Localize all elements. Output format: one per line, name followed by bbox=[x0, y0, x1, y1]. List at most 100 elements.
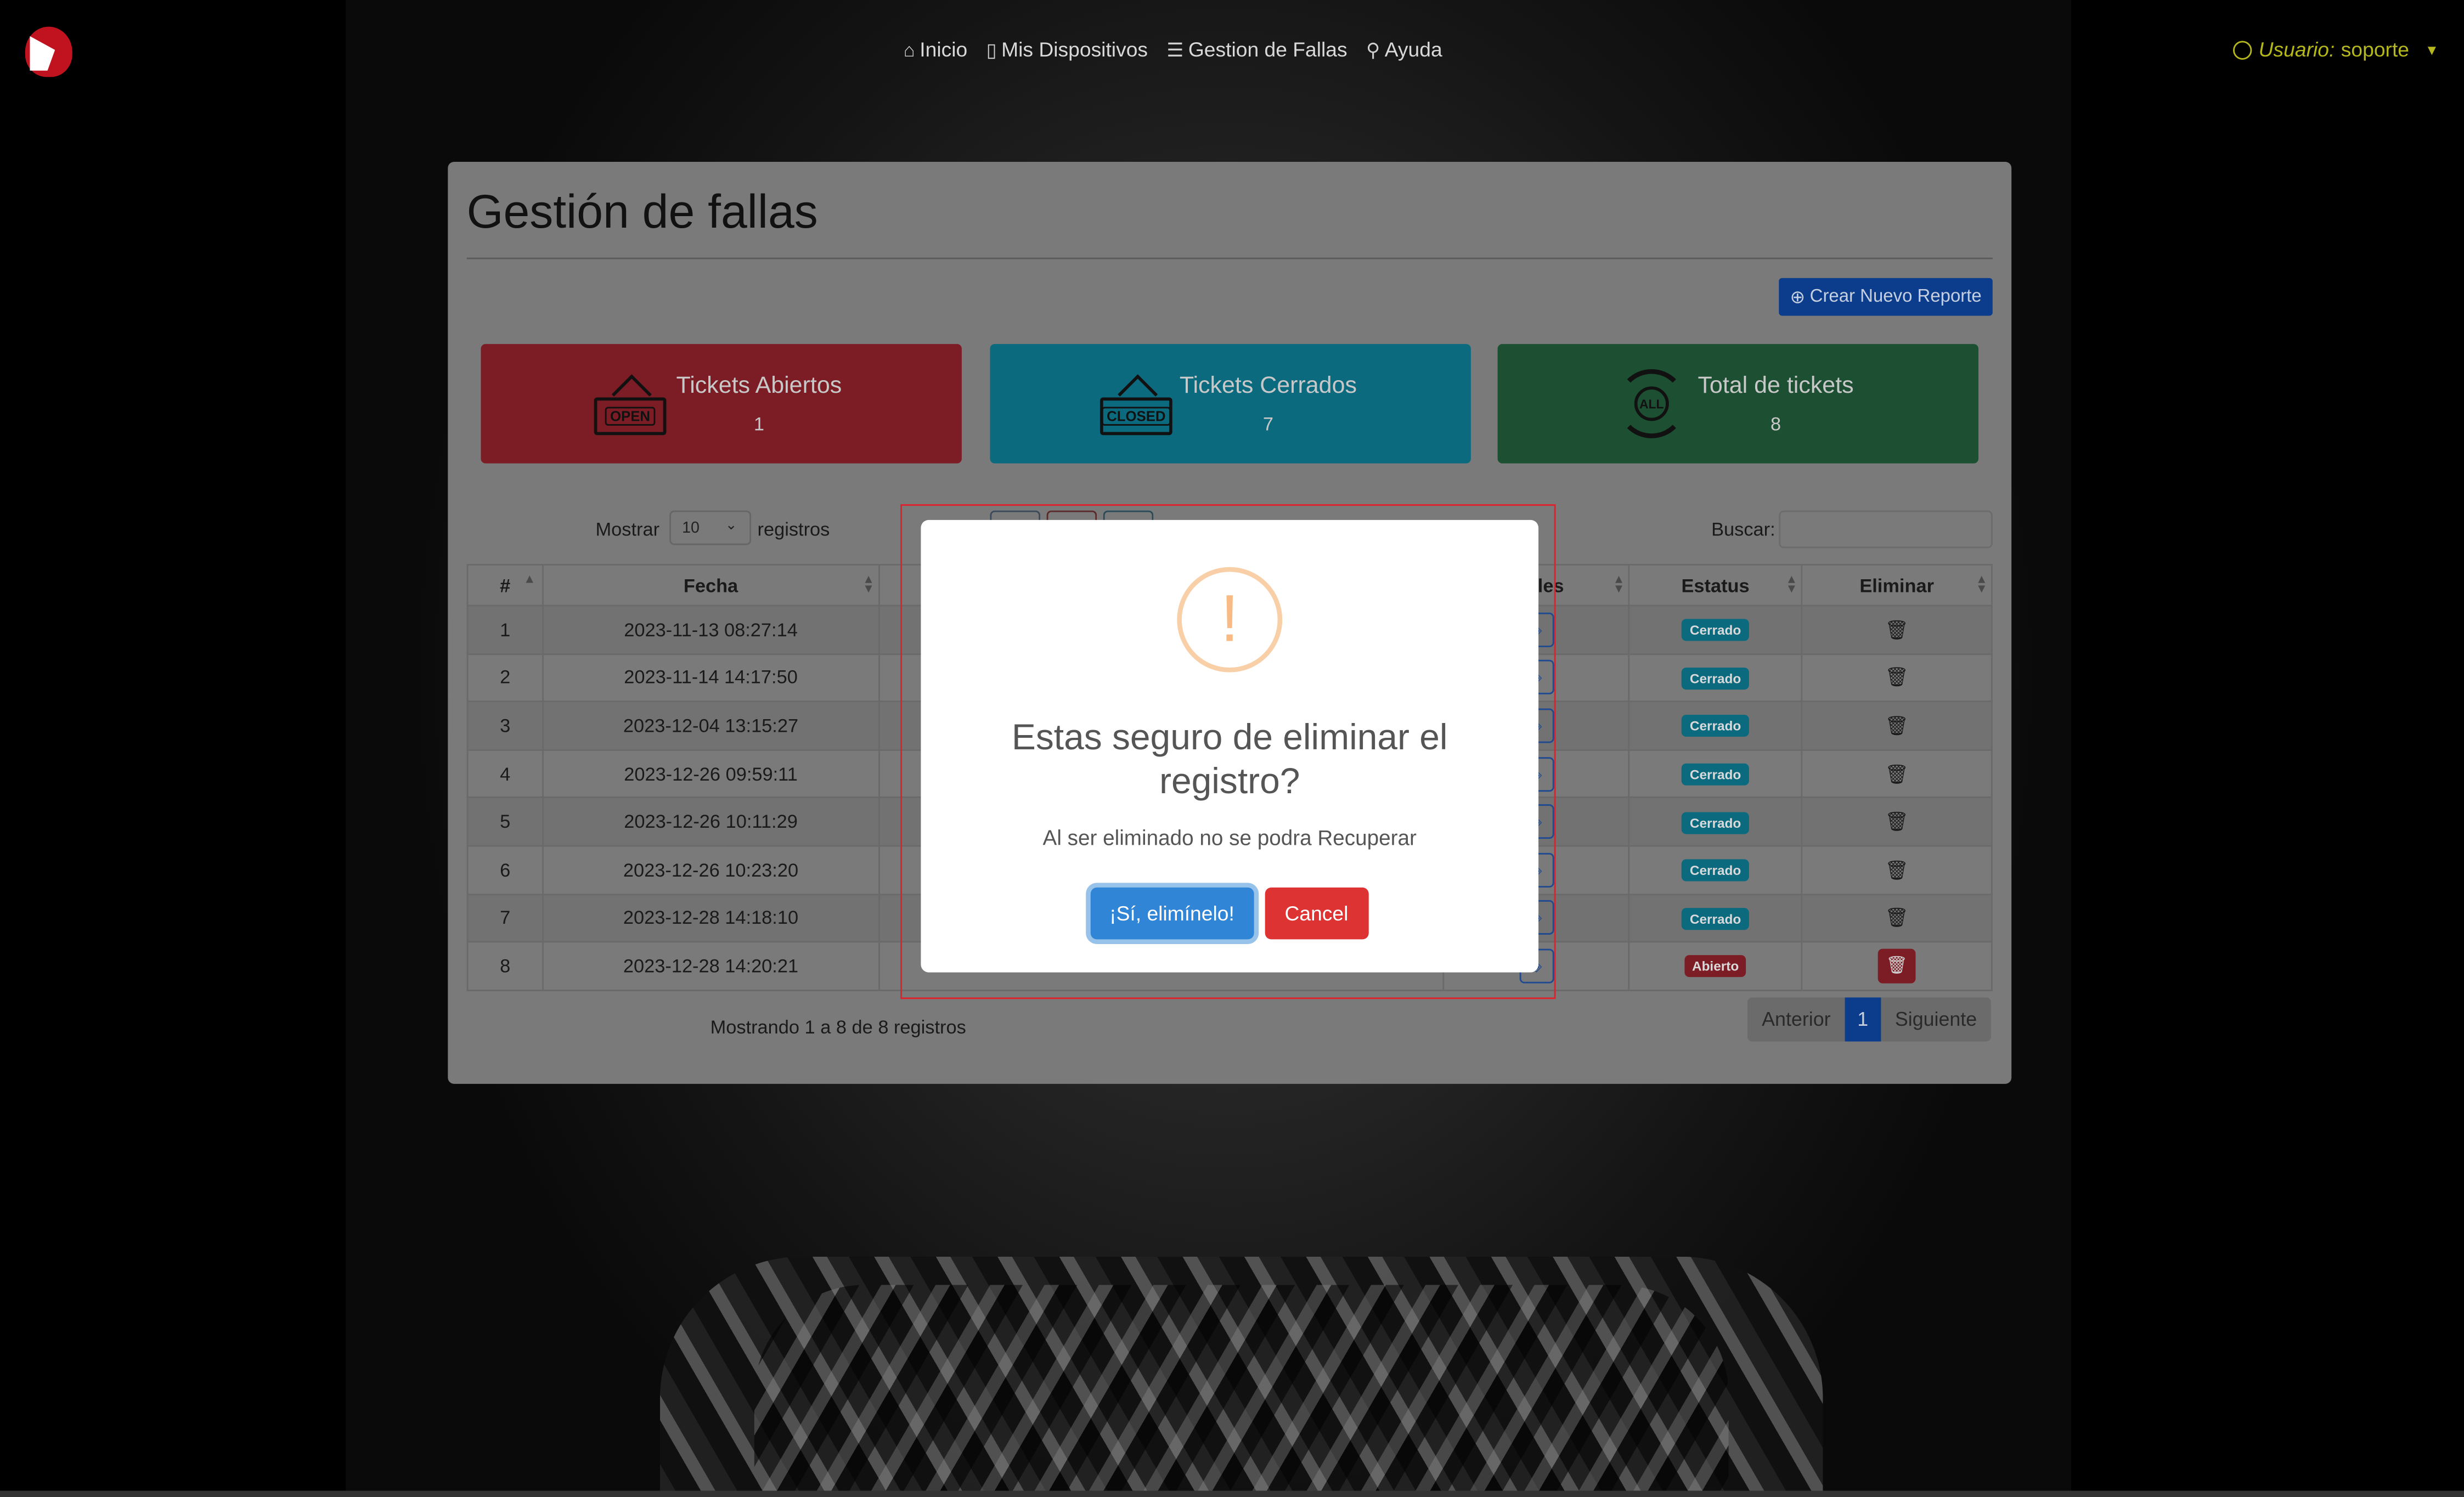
background-tire-image bbox=[659, 1256, 1823, 1497]
cell-fecha: 2023-11-13 08:27:14 bbox=[542, 605, 880, 654]
column-header-label: Eliminar bbox=[1859, 574, 1934, 596]
status-badge: Cerrado bbox=[1682, 619, 1749, 642]
column-header-label: Estatus bbox=[1681, 574, 1750, 596]
status-badge: Cerrado bbox=[1682, 907, 1749, 930]
cell-eliminar: 🗑 bbox=[1801, 605, 1993, 654]
user-prefix: Usuario: bbox=[2258, 37, 2335, 61]
stat-card-total: ALL Total de tickets 8 bbox=[1497, 344, 1979, 464]
status-badge: Cerrado bbox=[1682, 811, 1749, 834]
cancel-button[interactable]: Cancel bbox=[1264, 887, 1369, 940]
nav-link-label: Inicio bbox=[920, 37, 968, 61]
cell-estatus: Cerrado bbox=[1628, 653, 1803, 703]
chevron-down-icon: ⌄ bbox=[725, 517, 737, 533]
column-header-eliminar[interactable]: Eliminar ▴ ▾ bbox=[1801, 564, 1993, 607]
user-name: soporte bbox=[2341, 37, 2410, 61]
nav-link-dispositivos[interactable]: ▯ Mis Dispositivos bbox=[986, 38, 1148, 61]
cell-fecha: 2023-12-26 10:23:20 bbox=[542, 845, 880, 895]
pagination-page[interactable]: 1 bbox=[1845, 997, 1881, 1042]
title-divider bbox=[466, 257, 1993, 259]
user-menu[interactable]: Usuario: soporte ▼ bbox=[2233, 37, 2439, 61]
column-header-id[interactable]: # ▲ bbox=[466, 564, 544, 607]
plus-circle-icon: ⊕ bbox=[1790, 289, 1806, 308]
cell-eliminar: 🗑 bbox=[1801, 893, 1993, 943]
cell-estatus: Cerrado bbox=[1628, 796, 1803, 847]
trash-icon[interactable]: 🗑 bbox=[1885, 619, 1909, 641]
create-report-button[interactable]: ⊕ Crear Nuevo Reporte bbox=[1779, 278, 1993, 316]
cell-estatus: Cerrado bbox=[1628, 605, 1803, 654]
nav-link-inicio[interactable]: ⌂ Inicio bbox=[904, 38, 967, 61]
nav-link-label: Ayuda bbox=[1384, 37, 1442, 61]
nav-link-ayuda[interactable]: ⚲ Ayuda bbox=[1366, 38, 1442, 61]
stat-title: Tickets Abiertos bbox=[676, 372, 842, 399]
user-circle-icon bbox=[2233, 40, 2253, 59]
column-header-fecha[interactable]: Fecha ▴ ▾ bbox=[542, 564, 880, 607]
cell-id: 4 bbox=[466, 749, 544, 799]
pagination-next[interactable]: Siguiente bbox=[1881, 997, 1991, 1042]
trash-icon[interactable]: 🗑 bbox=[1885, 811, 1909, 833]
sort-icon: ▲ bbox=[523, 572, 536, 586]
cell-eliminar: 🗑 bbox=[1801, 653, 1993, 703]
cell-estatus: Cerrado bbox=[1628, 701, 1803, 751]
status-badge: Cerrado bbox=[1682, 715, 1749, 738]
cell-fecha: 2023-12-28 14:20:21 bbox=[542, 941, 880, 991]
create-report-label: Crear Nuevo Reporte bbox=[1809, 287, 1982, 307]
column-header-label: # bbox=[500, 574, 511, 596]
page-title: Gestión de fallas bbox=[466, 187, 818, 239]
screen: ⌂ Inicio ▯ Mis Dispositivos ☰ Gestion de… bbox=[0, 0, 2464, 1497]
length-label: Mostrar bbox=[595, 518, 660, 541]
cell-estatus: Abierto bbox=[1628, 941, 1803, 991]
caret-down-icon: ▼ bbox=[2424, 41, 2439, 58]
stat-count: 8 bbox=[1770, 413, 1781, 436]
nav-links: ⌂ Inicio ▯ Mis Dispositivos ☰ Gestion de… bbox=[904, 38, 1442, 61]
sort-icon: ▴ ▾ bbox=[1615, 572, 1622, 596]
confirm-delete-button[interactable]: ¡Sí, elimínelo! bbox=[1090, 887, 1254, 940]
cell-fecha: 2023-12-26 09:59:11 bbox=[542, 749, 880, 799]
dialog-title: Estas seguro de eliminar el registro? bbox=[1011, 716, 1448, 801]
nav-link-fallas[interactable]: ☰ Gestion de Fallas bbox=[1166, 38, 1347, 61]
trash-icon[interactable]: 🗑 bbox=[1885, 907, 1909, 929]
trash-icon[interactable]: 🗑 bbox=[1885, 666, 1909, 688]
status-badge: Cerrado bbox=[1682, 667, 1749, 690]
warning-icon: ! bbox=[1177, 567, 1283, 673]
trash-icon[interactable]: 🗑 bbox=[1885, 715, 1909, 737]
search-input[interactable] bbox=[1779, 510, 1993, 549]
cell-fecha: 2023-12-04 13:15:27 bbox=[542, 701, 880, 751]
trash-icon[interactable]: 🗑 bbox=[1885, 763, 1909, 785]
cell-id: 5 bbox=[466, 796, 544, 847]
stat-card-open: OPEN Tickets Abiertos 1 bbox=[481, 344, 962, 464]
cell-id: 7 bbox=[466, 893, 544, 943]
background-right bbox=[2071, 0, 2464, 1497]
nav-link-label: Mis Dispositivos bbox=[1001, 37, 1148, 61]
cell-estatus: Cerrado bbox=[1628, 749, 1803, 799]
search-label: Buscar: bbox=[1711, 518, 1775, 541]
stat-count: 7 bbox=[1262, 413, 1273, 436]
cell-id: 1 bbox=[466, 605, 544, 654]
column-header-estatus[interactable]: Estatus ▴ ▾ bbox=[1628, 564, 1803, 607]
stat-title: Total de tickets bbox=[1698, 372, 1854, 399]
delete-button[interactable]: 🗑 bbox=[1877, 948, 1916, 984]
page-length-value: 10 bbox=[682, 519, 700, 538]
sort-icon: ▴ ▾ bbox=[1788, 572, 1795, 596]
status-badge: Abierto bbox=[1684, 956, 1747, 978]
house-icon: ⌂ bbox=[903, 38, 915, 61]
records-label: registros bbox=[757, 518, 830, 541]
bottom-strip bbox=[0, 1490, 2464, 1497]
page-length-select[interactable]: 10 ⌄ bbox=[669, 510, 752, 545]
stat-count: 1 bbox=[753, 413, 764, 436]
confirm-dialog: ! Estas seguro de eliminar el registro? … bbox=[921, 519, 1539, 973]
cell-id: 2 bbox=[466, 653, 544, 703]
column-header-label: Fecha bbox=[683, 574, 738, 596]
help-icon: ⚲ bbox=[1366, 38, 1380, 61]
cell-fecha: 2023-12-28 14:18:10 bbox=[542, 893, 880, 943]
cell-eliminar: 🗑 bbox=[1801, 749, 1993, 799]
trash-icon[interactable]: 🗑 bbox=[1885, 859, 1909, 881]
navbar: ⌂ Inicio ▯ Mis Dispositivos ☰ Gestion de… bbox=[0, 0, 2464, 104]
table-info: Mostrando 1 a 8 de 8 registros bbox=[710, 1016, 966, 1038]
brand-logo[interactable] bbox=[25, 26, 72, 77]
cell-eliminar: 🗑 bbox=[1801, 941, 1993, 991]
cell-id: 3 bbox=[466, 701, 544, 751]
pagination-previous[interactable]: Anterior bbox=[1747, 997, 1845, 1042]
sort-icon: ▴ ▾ bbox=[865, 572, 872, 596]
status-badge: Cerrado bbox=[1682, 860, 1749, 882]
cell-fecha: 2023-11-14 14:17:50 bbox=[542, 653, 880, 703]
